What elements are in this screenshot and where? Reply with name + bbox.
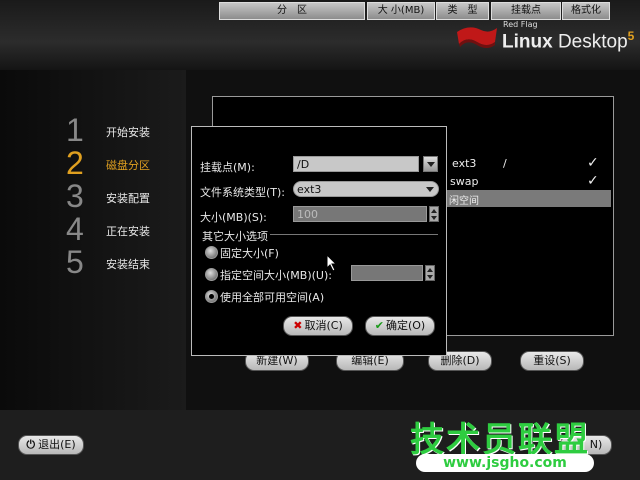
fixed-size-radio[interactable] [205,246,218,259]
step-number: 3 [66,178,84,214]
fill-space-radio[interactable] [205,290,218,303]
step-number: 5 [66,244,84,280]
step-4: 4 正在安装 [66,213,176,245]
row-2-format-check: ✓ [587,173,599,189]
ok-label: 确定(O) [385,319,426,332]
mount-point-label: 挂载点(M): [200,161,255,174]
step-1: 1 开始安装 [66,114,176,146]
cancel-x-icon: ✖ [293,319,303,332]
specify-size-label[interactable]: 指定空间大小(MB)(U): [220,267,332,283]
column-partition[interactable]: 分 区 [219,2,365,20]
specify-size-input[interactable] [351,265,423,281]
step-label: 磁盘分区 [106,159,150,172]
size-label: 大小(MB)(S): [200,211,267,224]
step-label: 安装结束 [106,258,150,271]
step-label: 开始安装 [106,126,150,139]
cancel-label: 取消(C) [304,319,343,332]
watermark-url: www.jsgho.com [416,454,594,472]
brand-small-text: Red Flag [503,20,538,29]
step-label: 安装配置 [106,192,150,205]
step-2: 2 磁盘分区 [66,147,176,179]
brand-title: Linux Desktop5 [502,29,634,53]
row-1-format-check: ✓ [587,155,599,171]
other-size-options-label: 其它大小选项 [200,228,270,244]
filesystem-type-select[interactable]: ext3 [293,181,439,197]
cancel-button[interactable]: ✖ 取消(C) [283,316,353,336]
mouse-cursor-icon [326,254,338,272]
row-1-mount[interactable]: / [503,157,507,170]
step-3: 3 安装配置 [66,180,176,212]
exit-label: 退出(E) [38,438,76,451]
step-label: 正在安装 [106,225,150,238]
next-label: N) [589,438,603,451]
step-number: 2 [66,145,84,181]
size-spinner-icon[interactable] [429,206,439,222]
column-size[interactable]: 大 小(MB) [367,2,435,20]
row-2-type[interactable]: swap [450,175,478,188]
row-1-type[interactable]: ext3 [452,157,476,170]
brand-linux: Linux [502,31,553,53]
specify-size-radio[interactable] [205,268,218,281]
exit-button[interactable]: ⏻ 退出(E) [18,435,84,455]
step-5: 5 安装结束 [66,246,176,278]
step-number: 1 [66,112,84,148]
reset-partition-button[interactable]: 重设(S) [520,351,584,371]
fixed-size-label[interactable]: 固定大小(F) [220,245,279,261]
power-icon: ⏻ [26,438,36,451]
mount-point-dropdown-icon[interactable] [423,156,438,172]
size-input[interactable]: 100 [293,206,427,222]
brand-desktop: Desktop [552,31,628,53]
brand-version: 5 [627,29,635,43]
fill-space-label[interactable]: 使用全部可用空间(A) [220,289,324,305]
ok-check-icon: ✔ [374,319,384,332]
red-flag-logo-icon [457,27,497,48]
ok-button[interactable]: ✔ 确定(O) [365,316,435,336]
column-format[interactable]: 格式化 [562,2,610,20]
step-number: 4 [66,211,84,247]
specify-size-spinner-icon[interactable] [425,265,435,281]
column-type[interactable]: 类 型 [436,2,489,20]
filesystem-type-label: 文件系统类型(T): [200,186,286,199]
mount-point-input[interactable]: /D [293,156,419,172]
row-3-type[interactable]: 闲空间 [449,192,479,207]
column-mount[interactable]: 挂载点 [491,2,561,20]
chevron-down-icon [426,187,434,192]
